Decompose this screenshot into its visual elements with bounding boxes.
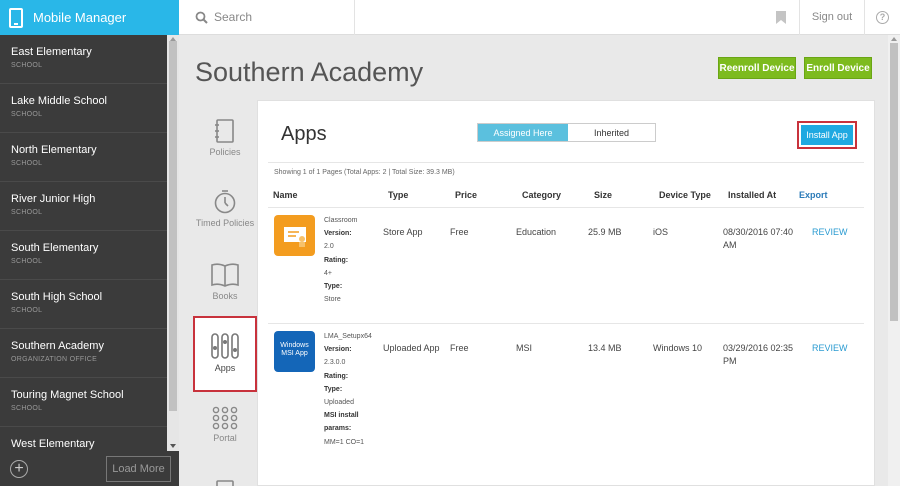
portal-grid-icon bbox=[212, 406, 238, 430]
nav-apps-label: Apps bbox=[214, 363, 236, 373]
app-device-type: Windows 10 bbox=[653, 343, 703, 353]
book-icon bbox=[211, 263, 239, 287]
help-button[interactable]: ? bbox=[864, 0, 900, 35]
classroom-app-icon bbox=[274, 215, 315, 256]
nav-portal[interactable]: Portal bbox=[193, 406, 257, 448]
sidebar-item-west-elementary[interactable]: West ElementarySCHOOL bbox=[0, 427, 167, 451]
sidebar-item-south-high-school[interactable]: South High School SCHOOL bbox=[0, 280, 167, 329]
nav-timed-policies[interactable]: Timed Policies bbox=[193, 189, 257, 239]
apps-panel: Apps Assigned Here Inherited Install App… bbox=[257, 100, 875, 486]
reenroll-device-button[interactable]: Reenroll Device bbox=[718, 57, 796, 79]
sidebar-item-lake-middle-school[interactable]: Lake Middle School SCHOOL bbox=[0, 84, 167, 133]
windows-msi-app-icon: Windows MSI App bbox=[274, 331, 315, 372]
column-header-category[interactable]: Category bbox=[522, 190, 561, 200]
nav-portal-label: Portal bbox=[213, 433, 237, 443]
search-field[interactable]: Search bbox=[179, 0, 355, 35]
divider bbox=[268, 162, 864, 163]
export-link[interactable]: Export bbox=[799, 190, 828, 200]
sidebar-scrollbar[interactable] bbox=[167, 35, 179, 451]
whiteboard-icon bbox=[283, 226, 306, 247]
sign-out-link[interactable]: Sign out bbox=[799, 0, 864, 35]
pagination-summary: Showing 1 of 1 Pages (Total Apps: 2 | To… bbox=[274, 169, 455, 176]
tab-assigned-here[interactable]: Assigned Here bbox=[478, 124, 568, 141]
sidebar: East Elementary SCHOOL Lake Middle School… bbox=[0, 35, 179, 486]
load-more-button[interactable]: Load More bbox=[106, 455, 171, 482]
policies-icon bbox=[215, 119, 234, 143]
column-header-type[interactable]: Type bbox=[388, 190, 408, 200]
sidebar-item-east-elementary[interactable]: East Elementary SCHOOL bbox=[0, 35, 167, 84]
sidebar-item-north-elementary[interactable]: North Elementary SCHOOL bbox=[0, 133, 167, 182]
add-icon[interactable]: + bbox=[10, 459, 28, 478]
column-header-installed-at[interactable]: Installed At bbox=[728, 190, 776, 200]
nav-more[interactable] bbox=[193, 478, 257, 486]
nav-policies[interactable]: Policies bbox=[193, 118, 257, 162]
school-list: East Elementary SCHOOL Lake Middle School… bbox=[0, 35, 167, 451]
divider bbox=[268, 207, 864, 208]
app-category: MSI bbox=[516, 343, 533, 353]
divider bbox=[268, 323, 864, 324]
top-bar: Search Sign out ? bbox=[179, 0, 900, 35]
sidebar-item-touring-magnet-school[interactable]: Touring Magnet School SCHOOL bbox=[0, 378, 167, 427]
app-category: Education bbox=[516, 227, 557, 237]
column-header-size[interactable]: Size bbox=[594, 190, 612, 200]
review-link[interactable]: REVIEW bbox=[812, 226, 848, 239]
app-details: Classroom Version: 2.0 Rating: 4+ Type: … bbox=[324, 217, 358, 304]
apps-heading: Apps bbox=[281, 123, 327, 145]
sidebar-item-river-junior-high[interactable]: River Junior High SCHOOL bbox=[0, 182, 167, 231]
bookmark-icon bbox=[776, 10, 786, 24]
partial-nav-icon bbox=[216, 480, 234, 486]
enroll-device-button[interactable]: Enroll Device bbox=[804, 57, 872, 79]
scroll-up-icon[interactable] bbox=[891, 37, 897, 41]
app-details: LMA_Setupx64 Version: 2.3.0.0 Rating: Ty… bbox=[324, 333, 372, 446]
app-price: Free bbox=[450, 343, 469, 353]
scroll-down-icon[interactable] bbox=[170, 444, 176, 448]
tab-inherited[interactable]: Inherited bbox=[568, 124, 655, 141]
search-icon bbox=[195, 11, 208, 24]
app-brand[interactable]: Mobile Manager bbox=[0, 0, 179, 35]
review-link[interactable]: REVIEW bbox=[812, 342, 848, 355]
column-header-name[interactable]: Name bbox=[273, 190, 298, 200]
app-size: 25.9 MB bbox=[588, 227, 622, 237]
column-header-device-type[interactable]: Device Type bbox=[659, 190, 711, 200]
nav-timed-policies-label: Timed Policies bbox=[195, 218, 255, 228]
main-scrollbar[interactable] bbox=[888, 35, 900, 486]
app-device-type: iOS bbox=[653, 227, 669, 237]
nav-books-label: Books bbox=[212, 291, 238, 301]
app-type: Uploaded App bbox=[383, 343, 440, 353]
app-installed-at: 03/29/2016 02:35 PM bbox=[723, 343, 794, 366]
sidebar-item-south-elementary[interactable]: South Elementary SCHOOL bbox=[0, 231, 167, 280]
app-installed-at: 08/30/2016 07:40 AM bbox=[723, 227, 794, 250]
app-price: Free bbox=[450, 227, 469, 237]
install-app-button[interactable]: Install App bbox=[801, 125, 853, 145]
bookmark-button[interactable] bbox=[763, 0, 799, 35]
search-placeholder: Search bbox=[214, 10, 253, 24]
help-icon: ? bbox=[876, 10, 889, 24]
sidebar-item-southern-academy[interactable]: Southern Academy ORGANIZATION OFFICE bbox=[0, 329, 167, 378]
sidebar-footer: + Load More bbox=[0, 451, 179, 486]
page-title: Southern Academy bbox=[195, 57, 424, 87]
main-scroll-thumb[interactable] bbox=[890, 43, 898, 321]
app-title: Mobile Manager bbox=[33, 10, 127, 25]
nav-policies-label: Policies bbox=[209, 147, 241, 157]
sidebar-scroll-thumb[interactable] bbox=[169, 41, 177, 411]
phone-icon bbox=[9, 7, 23, 28]
assignment-toggle: Assigned Here Inherited bbox=[477, 123, 656, 142]
timer-icon bbox=[214, 190, 236, 214]
app-size: 13.4 MB bbox=[588, 343, 622, 353]
install-app-highlight: Install App bbox=[797, 121, 857, 149]
apps-icon bbox=[211, 333, 239, 359]
column-header-price[interactable]: Price bbox=[455, 190, 477, 200]
app-type: Store App bbox=[383, 227, 423, 237]
nav-books[interactable]: Books bbox=[193, 262, 257, 304]
nav-apps[interactable]: Apps bbox=[193, 316, 257, 392]
